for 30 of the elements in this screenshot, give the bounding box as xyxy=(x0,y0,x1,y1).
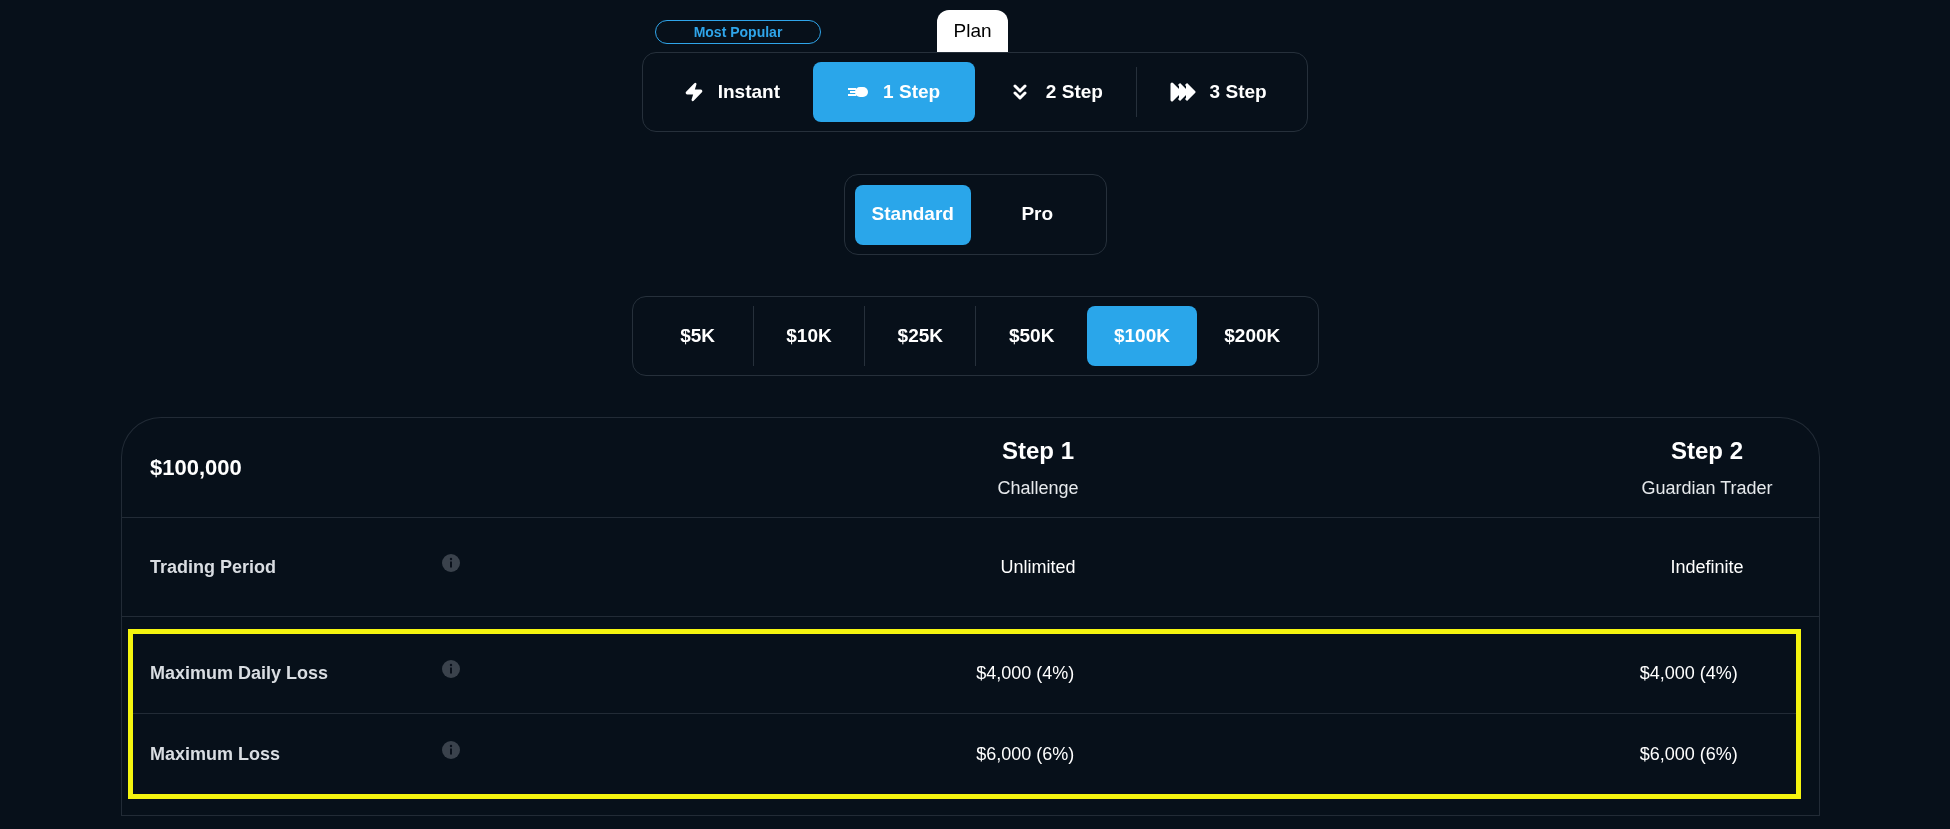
table-cell-text: Indefinite xyxy=(1669,555,1745,579)
table-cell-text: $6,000 (6%) xyxy=(975,742,1076,766)
plan-tab[interactable]: 3 Step xyxy=(1137,62,1299,122)
speed-icon xyxy=(847,85,870,99)
amount-tab[interactable]: $50K xyxy=(976,306,1087,366)
amount-tab[interactable]: $25K xyxy=(865,306,976,366)
table-cell-text: $4,000 (4%) xyxy=(975,662,1076,685)
column-title: Step 1 xyxy=(1002,436,1074,466)
amount-tab[interactable]: $5K xyxy=(642,306,753,366)
amount-tab[interactable]: $200K xyxy=(1197,306,1308,366)
bolt-icon xyxy=(683,82,704,102)
type-tab[interactable]: Pro xyxy=(979,184,1096,245)
column-title: Step 2 xyxy=(1671,436,1743,466)
plan-label: Plan xyxy=(937,10,1008,52)
table-cell-text: $4,000 (4%) xyxy=(1638,662,1739,685)
row-label: Maximum Loss xyxy=(150,742,282,766)
row-label: Trading Period xyxy=(150,555,278,579)
chevrons-right-icon xyxy=(1169,82,1196,102)
amount-tab[interactable]: $10K xyxy=(753,306,865,366)
info-icon[interactable] xyxy=(442,553,460,572)
account-size: $100,000 xyxy=(149,454,243,482)
row-label: Maximum Daily Loss xyxy=(150,662,330,685)
info-icon[interactable] xyxy=(442,740,460,759)
column-subtitle: Challenge xyxy=(997,477,1079,500)
column-subtitle: Guardian Trader xyxy=(1641,477,1773,500)
info-icon[interactable] xyxy=(442,660,460,678)
table-cell-text: $6,000 (6%) xyxy=(1638,742,1739,766)
table-cell-text: Unlimited xyxy=(999,555,1077,579)
plan-tab[interactable]: 2 Step xyxy=(974,62,1137,122)
plan-tab[interactable]: Instant xyxy=(651,62,813,122)
